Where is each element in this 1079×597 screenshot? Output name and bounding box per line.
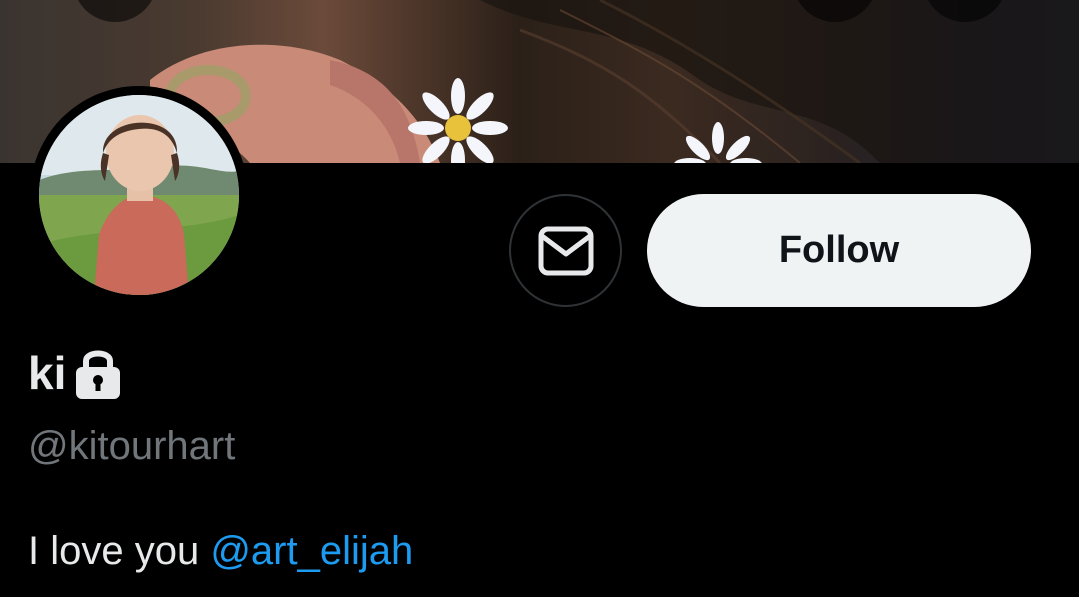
- message-button[interactable]: [509, 194, 622, 307]
- follow-button[interactable]: Follow: [647, 194, 1031, 307]
- profile-handle: @kitourhart: [28, 424, 236, 468]
- lock-icon: [76, 350, 121, 399]
- avatar[interactable]: [30, 86, 248, 304]
- envelope-icon: [538, 226, 593, 275]
- bio-mention-link[interactable]: @art_elijah: [210, 529, 413, 573]
- avatar-image: [39, 95, 239, 295]
- name-row: ki: [28, 345, 122, 401]
- bio-text: I love you: [28, 529, 211, 573]
- display-name: ki: [28, 347, 67, 399]
- profile-bio: I love you @art_elijah: [28, 527, 413, 575]
